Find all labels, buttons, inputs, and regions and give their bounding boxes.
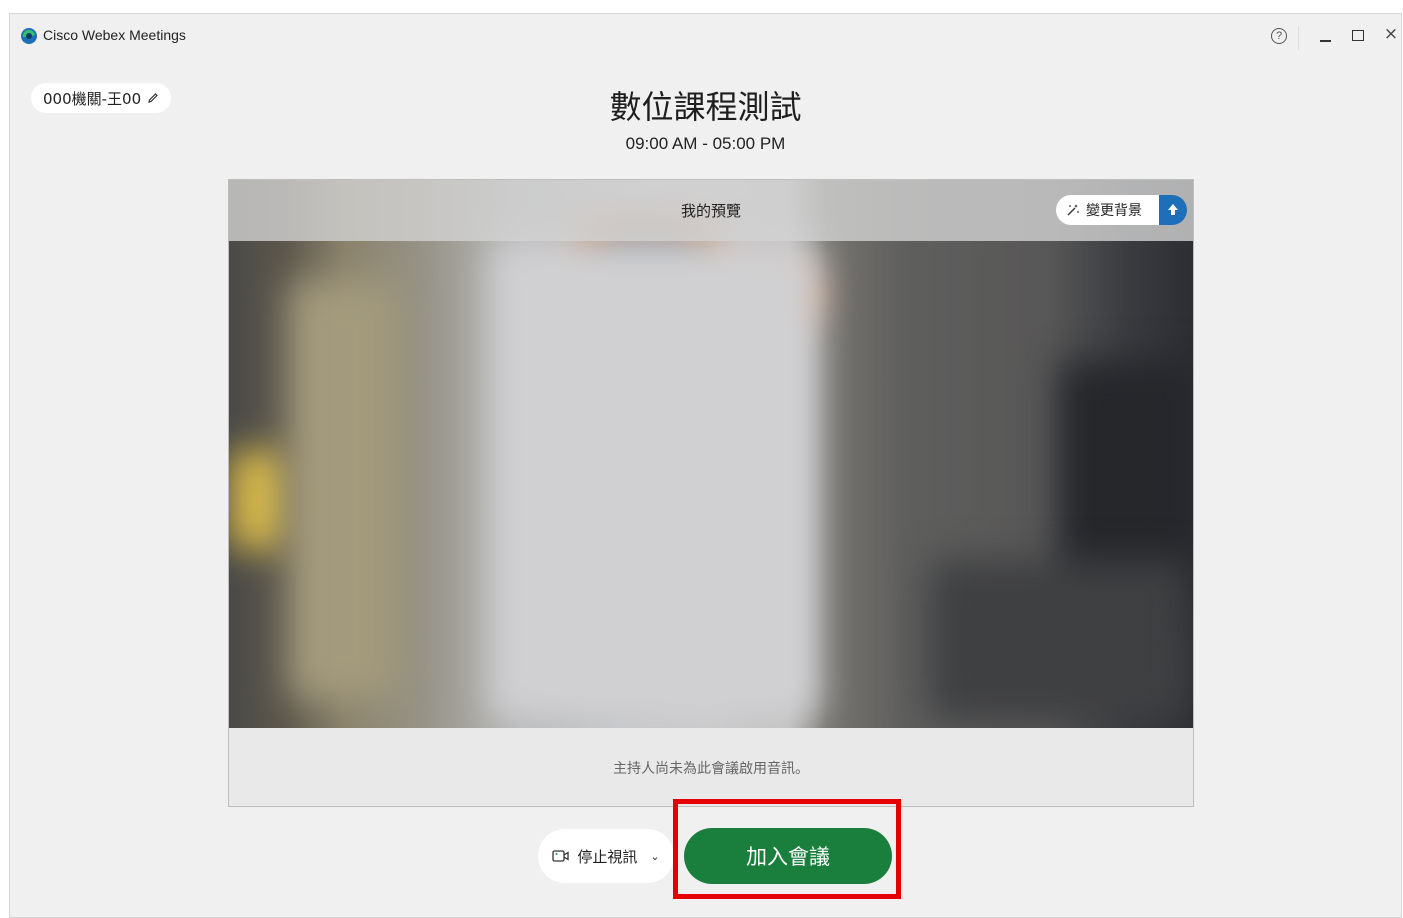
title-divider (1298, 26, 1299, 50)
preview-footer: 主持人尚未為此會議啟用音訊。 (229, 728, 1193, 806)
meeting-title: 數位課程測試 (609, 88, 802, 126)
blur-region (489, 240, 819, 720)
stop-video-button[interactable]: 停止視訊 ⌄ (538, 829, 674, 883)
change-background-label: 變更背景 (1086, 203, 1142, 219)
title-bar: Cisco Webex Meetings ? × (10, 14, 1401, 58)
camera-icon (552, 850, 570, 862)
webex-window: Cisco Webex Meetings ? × 000機關-王00 數位課程測… (9, 13, 1402, 918)
change-background-button[interactable]: 變更背景 (1056, 195, 1160, 225)
background-effects-icon (1168, 204, 1178, 215)
chevron-down-icon[interactable]: ⌄ (650, 850, 659, 863)
meeting-time: 09:00 AM - 05:00 PM (625, 134, 786, 153)
preview-header: 我的預覽 變更背景 (229, 180, 1193, 241)
app-title: Cisco Webex Meetings (43, 27, 186, 43)
stop-video-label: 停止視訊 (577, 847, 638, 866)
video-preview: 我的預覽 變更背景 主持人尚未為此會議啟用音訊。 (228, 179, 1194, 807)
audio-notice: 主持人尚未為此會議啟用音訊。 (613, 761, 809, 777)
join-meeting-button[interactable]: 加入會議 (684, 828, 892, 884)
maximize-icon[interactable] (1352, 30, 1364, 41)
blur-region (289, 280, 399, 700)
blur-region (929, 560, 1189, 720)
help-icon[interactable]: ? (1271, 28, 1287, 44)
webex-logo-icon (21, 28, 37, 44)
camera-feed (229, 180, 1193, 728)
blur-region (229, 450, 289, 550)
minimize-icon[interactable] (1320, 40, 1331, 42)
preview-label: 我的預覽 (680, 202, 741, 220)
magic-wand-icon (1067, 204, 1079, 216)
close-icon[interactable]: × (1383, 24, 1399, 44)
